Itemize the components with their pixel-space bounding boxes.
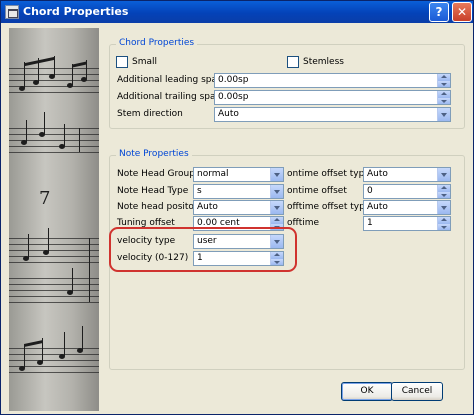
note-head-position-value: Auto (197, 202, 218, 212)
ontime-offset-value: 0 (367, 186, 373, 196)
chevron-down-icon[interactable] (270, 185, 283, 198)
help-button[interactable]: ? (429, 2, 449, 22)
cancel-button[interactable]: Cancel (391, 382, 443, 401)
stem-direction-combo[interactable]: Auto (214, 107, 451, 122)
chord-properties-legend: Chord Properties (116, 38, 198, 48)
chevron-down-icon[interactable] (270, 201, 283, 214)
note-properties-legend: Note Properties (116, 149, 192, 159)
chevron-down-icon[interactable] (270, 168, 283, 181)
note-head-type-label: Note Head Type (117, 186, 189, 196)
offtime-offset-type-combo[interactable]: Auto (363, 200, 451, 215)
ontime-offset-label: ontime offset (287, 186, 347, 196)
offtime-spinbox[interactable]: 1 (363, 216, 451, 231)
small-label: Small (132, 57, 157, 67)
spin-down-icon[interactable] (437, 223, 450, 230)
ontime-offset-spinbox[interactable]: 0 (363, 184, 451, 199)
chord-properties-dialog: Chord Properties ? ✕ 7 Chord Properties … (0, 0, 474, 415)
chevron-down-icon[interactable] (437, 168, 450, 181)
ontime-offset-type-label: ontime offset type (287, 169, 370, 179)
spin-down-icon[interactable] (437, 80, 450, 87)
stemless-label: Stemless (303, 57, 344, 67)
chevron-down-icon[interactable] (437, 108, 450, 121)
trailing-space-label: Additional trailing space (117, 92, 226, 102)
spin-down-icon[interactable] (437, 191, 450, 198)
note-head-type-combo[interactable]: s (193, 184, 284, 199)
app-icon (5, 5, 19, 19)
stem-direction-value: Auto (218, 109, 239, 119)
offtime-value: 1 (367, 218, 373, 228)
trailing-space-spinbox[interactable]: 0.00sp (214, 90, 451, 105)
leading-space-spinner[interactable] (437, 74, 450, 87)
note-head-group-combo[interactable]: normal (193, 167, 284, 182)
velocity-highlight-annotation (109, 227, 297, 272)
offtime-label: offtime (287, 218, 320, 228)
stemless-checkbox[interactable] (287, 56, 299, 68)
offtime-offset-type-value: Auto (367, 202, 388, 212)
chevron-down-icon[interactable] (437, 201, 450, 214)
title-bar[interactable]: Chord Properties ? ✕ (1, 1, 473, 23)
trailing-space-spinner[interactable] (437, 91, 450, 104)
offtime-offset-type-label: offtime offset type (287, 202, 371, 212)
note-head-position-combo[interactable]: Auto (193, 200, 284, 215)
offtime-spinner[interactable] (437, 217, 450, 230)
leading-space-label: Additional leading space (117, 75, 228, 85)
note-head-position-label: Note head positon (117, 202, 200, 212)
digit-7-glyph: 7 (39, 188, 51, 209)
ontime-offset-type-value: Auto (367, 169, 388, 179)
spin-down-icon[interactable] (437, 97, 450, 104)
score-preview-image: 7 (9, 28, 99, 411)
window-title: Chord Properties (23, 5, 129, 18)
note-head-group-label: Note Head Group (117, 169, 195, 179)
ontime-offset-type-combo[interactable]: Auto (363, 167, 451, 182)
note-head-group-value: normal (197, 169, 229, 179)
close-button[interactable]: ✕ (452, 2, 472, 22)
leading-space-value: 0.00sp (218, 75, 249, 85)
stem-direction-label: Stem direction (117, 109, 183, 119)
ok-button[interactable]: OK (341, 382, 393, 401)
small-checkbox[interactable] (116, 56, 128, 68)
note-head-type-value: s (197, 186, 202, 196)
ontime-offset-spinner[interactable] (437, 185, 450, 198)
leading-space-spinbox[interactable]: 0.00sp (214, 73, 451, 88)
trailing-space-value: 0.00sp (218, 92, 249, 102)
